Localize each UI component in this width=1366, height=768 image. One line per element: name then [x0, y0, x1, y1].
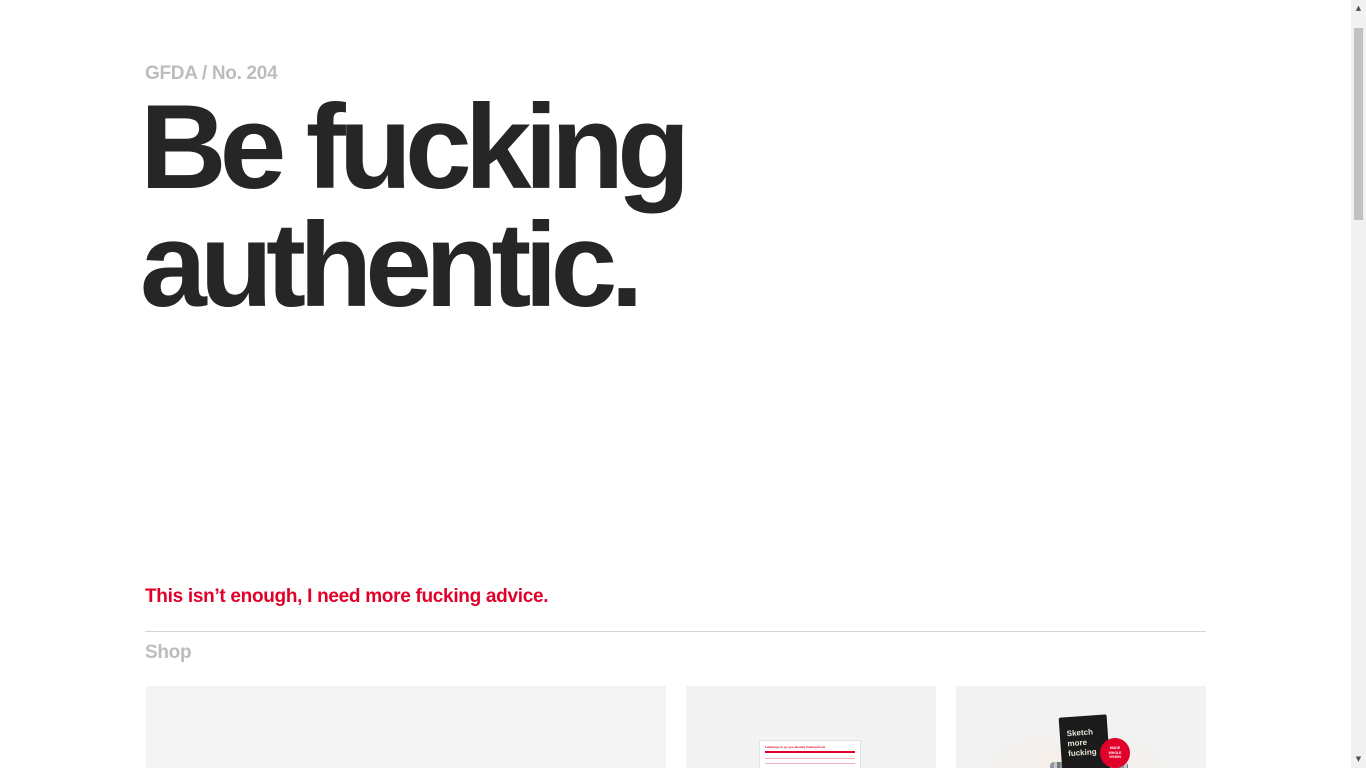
sticker-text: MADE WHOLE VISION: [1108, 746, 1122, 759]
product-image: Sketch more fucking MADE WHOLE VISION: [1046, 708, 1136, 768]
sticker-badge: MADE WHOLE VISION: [1100, 738, 1130, 768]
shop-item-card[interactable]: Letterings to go you already fucking kno…: [686, 686, 936, 768]
scroll-up-icon[interactable]: ▲: [1351, 0, 1366, 17]
headline-line-1: Be fucking: [140, 80, 690, 214]
notebook-text: Sketch more fucking: [1066, 727, 1097, 759]
page-title: Be fucking authentic.: [140, 87, 900, 325]
poster-title: Letterings to go you already fucking kno…: [765, 745, 826, 749]
shop-item-card[interactable]: [146, 686, 666, 768]
headline-line-2: authentic.: [140, 198, 644, 332]
scroll-down-icon[interactable]: ▼: [1351, 751, 1366, 768]
poster-image: Letterings to go you already fucking kno…: [759, 740, 861, 768]
divider: [145, 631, 1206, 632]
page-content: GFDA / No. 204 Be fucking authentic. Thi…: [0, 0, 1351, 768]
poster-rule: [765, 751, 855, 753]
shop-item-card[interactable]: Sketch more fucking MADE WHOLE VISION: [956, 686, 1206, 768]
scrollbar-thumb[interactable]: [1354, 28, 1363, 220]
vertical-scrollbar[interactable]: ▲ ▼: [1351, 0, 1366, 768]
poster-rule: [765, 763, 855, 764]
shop-heading: Shop: [145, 642, 192, 663]
poster-rule: [765, 758, 855, 759]
more-advice-link[interactable]: This isn’t enough, I need more fucking a…: [145, 586, 549, 608]
